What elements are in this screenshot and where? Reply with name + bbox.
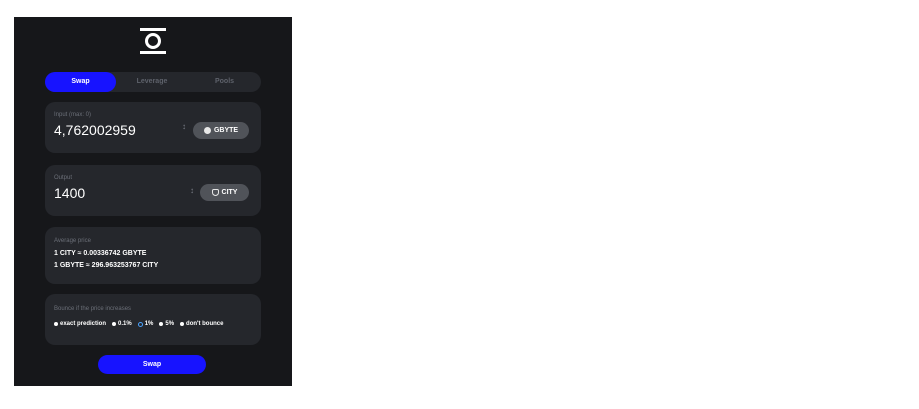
option-label: 5% [165, 321, 175, 327]
output-label: Output [54, 175, 73, 181]
bounce-option-5[interactable]: 5% [159, 321, 174, 327]
option-label: don't bounce [186, 321, 224, 327]
radio-icon [112, 322, 117, 326]
input-token-label: GBYTE [213, 127, 239, 134]
radio-icon [159, 322, 164, 326]
swap-panel: Swap Leverage Pools Input (max: 0) 4,762… [14, 17, 292, 386]
input-token-select-button[interactable]: GBYTE [193, 122, 249, 139]
average-price-card: Average price 1 CITY ≈ 0.00336742 GBYTE … [45, 227, 261, 284]
option-label: 1% [144, 321, 154, 327]
city-token-icon [211, 189, 219, 196]
bounce-option-exact[interactable]: exact prediction [54, 321, 106, 327]
tab-leverage[interactable]: Leverage [116, 72, 188, 92]
bounce-option-1[interactable]: 1% [137, 321, 154, 327]
output-amount-field[interactable]: 1400 [54, 185, 85, 201]
logo-icon [140, 28, 166, 54]
swap-button[interactable]: Swap [98, 355, 206, 374]
option-label: exact prediction [60, 321, 107, 327]
bounce-card: Bounce if the price increases exact pred… [45, 294, 261, 345]
sort-arrows-icon[interactable]: ↕ [190, 187, 194, 195]
input-amount-field[interactable]: 4,762002959 [54, 122, 136, 138]
bounce-options: exact prediction 0.1% 1% 5% don't bounce [54, 321, 223, 327]
tab-pools[interactable]: Pools [188, 72, 261, 92]
tab-bar: Swap Leverage Pools [45, 72, 261, 92]
average-price-label: Average price [54, 238, 91, 244]
bounce-label: Bounce if the price increases [54, 306, 132, 312]
price-line-gbyte: 1 GBYTE ≈ 296.963253767 CITY [54, 262, 159, 269]
input-label: Input (max: 0) [54, 112, 92, 118]
radio-icon [180, 322, 185, 326]
radio-selected-icon [137, 321, 143, 327]
circle-token-icon [203, 127, 211, 134]
sort-arrows-icon[interactable]: ↕ [182, 123, 186, 131]
tab-swap[interactable]: Swap [45, 72, 116, 92]
output-token-select-button[interactable]: CITY [200, 184, 249, 201]
bounce-option-0-1[interactable]: 0.1% [112, 321, 132, 327]
output-card: Output 1400 ↕ CITY [45, 165, 261, 216]
input-card: Input (max: 0) 4,762002959 ↕ GBYTE [45, 102, 261, 153]
output-token-label: CITY [221, 189, 238, 196]
price-line-city: 1 CITY ≈ 0.00336742 GBYTE [54, 250, 147, 257]
option-label: 0.1% [118, 321, 132, 327]
bounce-option-dont-bounce[interactable]: don't bounce [180, 321, 223, 327]
radio-icon [54, 322, 58, 326]
